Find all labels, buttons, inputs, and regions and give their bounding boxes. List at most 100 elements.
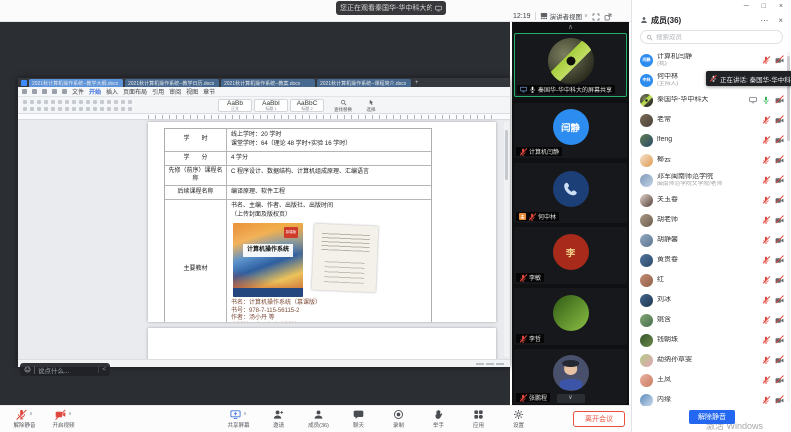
member-row[interactable]: 红 <box>632 270 791 290</box>
ribbon-button[interactable] <box>100 107 104 111</box>
ribbon-button[interactable] <box>86 100 90 104</box>
toolbar-button-person-plus[interactable]: 邀请 <box>262 409 295 429</box>
zoom-control[interactable] <box>496 363 504 365</box>
zoom-control[interactable] <box>486 363 494 365</box>
ribbon-button[interactable] <box>114 100 118 104</box>
ribbon-button[interactable] <box>44 107 48 111</box>
member-row[interactable]: 秦国华-华中科大 <box>632 90 791 110</box>
quick-access-button[interactable] <box>52 89 57 94</box>
toolbar-button-mic[interactable]: ∧解除静音 <box>8 409 41 429</box>
close-panel-icon[interactable]: × <box>778 16 783 25</box>
member-row[interactable]: 姚含 <box>632 310 791 330</box>
ribbon-button[interactable] <box>51 100 55 104</box>
member-list[interactable]: 闫静计算机闫静(我)中林何中林(主持人)秦国华-华中科大老常lfeng椰云邓军闽… <box>632 50 791 406</box>
unmute-button[interactable]: 解除静音 <box>689 410 735 424</box>
emoji-icon[interactable] <box>24 366 31 373</box>
document-tab[interactable]: 2021秋计算机操作系统--教学大纲.docx <box>29 79 123 87</box>
ribbon-button[interactable] <box>65 100 69 104</box>
member-row[interactable]: 胡老师 <box>632 210 791 230</box>
ribbon-button[interactable] <box>86 107 90 111</box>
style-preset[interactable]: AaBbI标题 1 <box>254 99 288 112</box>
ribbon-button[interactable] <box>23 100 27 104</box>
ribbon-button[interactable] <box>79 107 83 111</box>
toolbar-button-gear[interactable]: 设置 <box>502 409 535 429</box>
ribbon-button[interactable] <box>128 100 132 104</box>
ribbon-button[interactable] <box>93 107 97 111</box>
video-tile[interactable]: 何中林 <box>514 163 627 223</box>
toolbar-button-chat[interactable]: 聊天 <box>342 409 375 429</box>
quick-access-button[interactable] <box>32 89 37 94</box>
collapse-chat-icon[interactable]: < <box>98 366 106 373</box>
leave-meeting-button[interactable]: 离开会议 <box>573 411 625 427</box>
member-row[interactable]: 闫静计算机闫静(我) <box>632 50 791 70</box>
chat-input-placeholder[interactable]: 说点什么... <box>38 365 95 375</box>
video-tile[interactable]: 李李敏 <box>514 227 627 284</box>
ribbon-button[interactable] <box>37 100 41 104</box>
toolbar-button-grid[interactable]: 应用 <box>462 409 495 429</box>
member-row[interactable]: 内缘 <box>632 390 791 406</box>
menu-item[interactable]: 审阅 <box>169 87 181 96</box>
toolbar-button-record[interactable]: 录制 <box>382 409 415 429</box>
ribbon-tool-select[interactable]: 选择 <box>358 99 384 113</box>
ribbon-button[interactable] <box>44 100 48 104</box>
menu-item[interactable]: 插入 <box>106 87 118 96</box>
video-tile[interactable]: 李哲 <box>514 288 627 345</box>
toolbar-button-hand[interactable]: 举手 <box>422 409 455 429</box>
menu-item[interactable]: 视图 <box>186 87 198 96</box>
member-row[interactable]: 黄贵春 <box>632 250 791 270</box>
member-row[interactable]: lfeng <box>632 130 791 150</box>
style-preset[interactable]: AaBbC标题 2 <box>290 99 324 112</box>
collapse-strip-button[interactable]: ∧ <box>568 23 573 31</box>
quick-access-button[interactable] <box>42 89 47 94</box>
ribbon-button[interactable] <box>114 107 118 111</box>
quick-chat-bar[interactable]: 说点什么... < <box>20 363 110 376</box>
member-row[interactable]: 邓军闽南师范学院闽南师范学院文学院/老师 <box>632 170 791 190</box>
ribbon-button[interactable] <box>23 107 27 111</box>
view-mode-button[interactable]: 演讲者视图 ∨ <box>540 11 588 21</box>
menu-item[interactable]: 页面布局 <box>123 87 147 96</box>
ribbon-button[interactable] <box>121 107 125 111</box>
close-icon[interactable]: × <box>779 3 783 10</box>
ribbon-button[interactable] <box>107 107 111 111</box>
ribbon-button[interactable] <box>107 100 111 104</box>
menu-item[interactable]: 章节 <box>203 87 215 96</box>
new-tab-button[interactable]: + <box>415 80 419 86</box>
ribbon-button[interactable] <box>72 100 76 104</box>
ribbon-button[interactable] <box>128 107 132 111</box>
ribbon-button[interactable] <box>37 107 41 111</box>
document-scrollbar[interactable] <box>504 122 509 357</box>
member-row[interactable]: 老常 <box>632 110 791 130</box>
document-tab[interactable]: 2021秋计算机操作系统--教案.docx <box>221 79 315 87</box>
menu-item[interactable]: 文件 <box>72 87 84 96</box>
member-row[interactable]: 椰云 <box>632 150 791 170</box>
document-tab[interactable]: 2021秋计算机操作系统--课程简介.docx <box>317 79 411 87</box>
ribbon-button[interactable] <box>65 107 69 111</box>
ribbon-button[interactable] <box>30 107 34 111</box>
quick-access-button[interactable] <box>22 89 27 94</box>
search-input[interactable] <box>656 34 766 41</box>
toolbar-button-person[interactable]: 成员(36) <box>302 409 335 429</box>
scrollbar-thumb[interactable] <box>787 56 790 141</box>
ribbon-button[interactable] <box>58 107 62 111</box>
menu-item[interactable]: 引用 <box>152 87 164 96</box>
member-row[interactable]: 刘冰 <box>632 290 791 310</box>
toolbar-button-share-screen[interactable]: ∧共享屏幕 <box>222 409 255 429</box>
ribbon-tool-find-replace[interactable]: 查找替换 <box>330 99 356 113</box>
video-tile[interactable]: 闫静计算机闫静 <box>514 103 627 158</box>
ribbon-button[interactable] <box>51 107 55 111</box>
member-list-scrollbar[interactable] <box>787 52 790 402</box>
maximize-icon[interactable]: □ <box>762 3 766 10</box>
ribbon-button[interactable] <box>79 100 83 104</box>
more-icon[interactable]: ⋯ <box>760 16 768 25</box>
quick-access-button[interactable] <box>62 89 67 94</box>
toolbar-button-cam[interactable]: ∧开启视频 <box>47 409 80 429</box>
zoom-control[interactable] <box>476 363 484 365</box>
ribbon-button[interactable] <box>100 100 104 104</box>
ribbon-button[interactable] <box>58 100 62 104</box>
member-row[interactable]: 钱朝珠 <box>632 330 791 350</box>
scrollbar-thumb[interactable] <box>505 130 508 180</box>
menu-item[interactable]: 开始 <box>89 87 101 96</box>
document-tab[interactable]: 2021秋计算机操作系统--教学日历.docx <box>125 79 219 87</box>
member-row[interactable]: 王凤 <box>632 370 791 390</box>
member-row[interactable]: 关玉春 <box>632 190 791 210</box>
